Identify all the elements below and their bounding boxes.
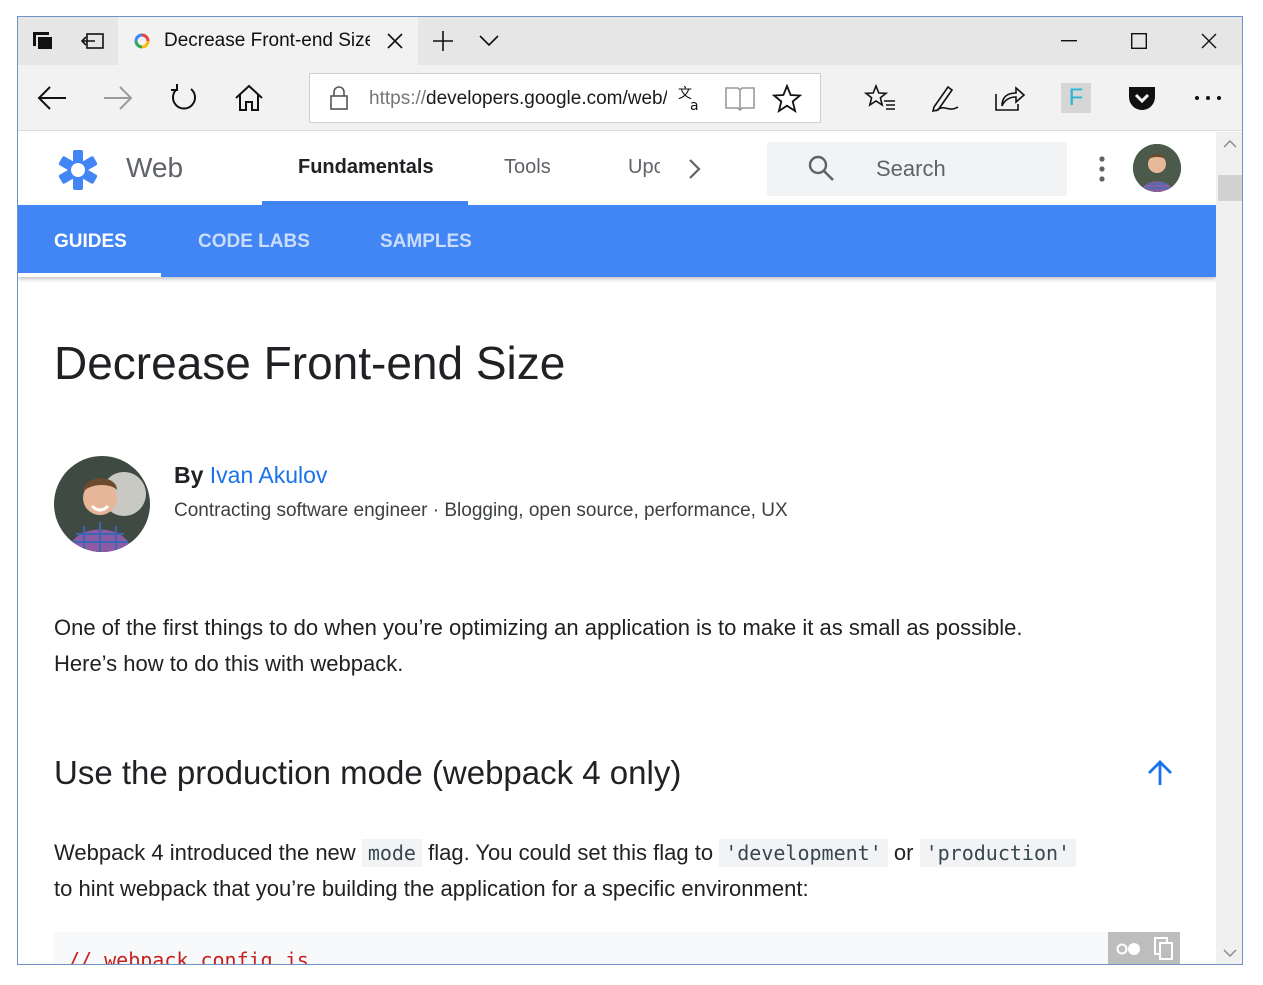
more-options-icon[interactable] (1176, 65, 1240, 131)
search-placeholder: Search (876, 156, 946, 181)
code-block[interactable]: // webpack.config.js (54, 932, 1180, 965)
byline: By Ivan Akulov (174, 462, 327, 489)
more-vert-icon[interactable] (1099, 156, 1105, 182)
minimize-icon[interactable] (1034, 17, 1104, 65)
lock-icon (330, 86, 348, 110)
reading-view-icon[interactable] (724, 85, 756, 116)
web-page: Web Fundamentals Tools Upc Search GUIDES… (18, 132, 1216, 965)
search-icon (808, 155, 834, 181)
inline-code-development: 'development' (719, 839, 888, 867)
scroll-down-chevron-icon[interactable] (1223, 949, 1237, 957)
maximize-icon[interactable] (1104, 17, 1174, 65)
back-to-top-arrow-icon[interactable] (1146, 759, 1174, 787)
tab-active[interactable]: Decrease Front-end Size (118, 17, 418, 65)
author-photo (54, 456, 150, 552)
google-favicon-icon (134, 33, 150, 49)
forward-arrow-icon[interactable] (86, 65, 150, 131)
inline-code-production: 'production' (919, 839, 1077, 867)
code-tools (1108, 932, 1180, 964)
extension-f-icon[interactable]: F (1044, 65, 1108, 131)
address-bar[interactable]: https://developers.google.com/web/fundam… (309, 73, 821, 123)
set-aside-tabs-icon[interactable] (68, 17, 118, 65)
favorite-star-icon[interactable] (771, 83, 803, 119)
by-label: By (174, 462, 204, 488)
svg-text:a: a (690, 98, 699, 112)
translate-icon[interactable]: 文a (678, 84, 706, 117)
favorites-hub-icon[interactable] (848, 65, 912, 131)
subtab-guides[interactable]: GUIDES (54, 231, 127, 253)
new-tab-icon[interactable] (420, 17, 466, 65)
tab-tools[interactable]: Tools (504, 156, 551, 179)
code-comment: // webpack.config.js (68, 948, 309, 965)
tab-strip: Decrease Front-end Size (18, 17, 1242, 65)
search-input[interactable]: Search (767, 142, 1067, 196)
site-name[interactable]: Web (126, 152, 183, 184)
refresh-icon[interactable] (152, 65, 216, 131)
page-title: Decrease Front-end Size (54, 337, 566, 389)
section-nav: GUIDES CODE LABS SAMPLES (18, 205, 1216, 277)
web-note-pen-icon[interactable] (913, 65, 977, 131)
scroll-up-chevron-icon[interactable] (1223, 140, 1237, 148)
navigation-bar: https://developers.google.com/web/fundam… (18, 65, 1242, 131)
copy-icon[interactable] (1153, 937, 1174, 961)
tab-manager-icon[interactable] (18, 17, 68, 65)
tab-title: Decrease Front-end Size (164, 30, 370, 51)
section-heading: Use the production mode (webpack 4 only) (54, 754, 682, 791)
web-fundamentals-logo-icon[interactable] (56, 148, 100, 192)
share-icon[interactable] (978, 65, 1042, 131)
home-icon[interactable] (217, 65, 281, 131)
pocket-icon[interactable] (1110, 65, 1174, 131)
author-description: Contracting software engineer · Blogging… (174, 500, 788, 521)
mode-paragraph: Webpack 4 introduced the new mode flag. … (54, 835, 1174, 907)
tabs-scroll-chevron-right-icon[interactable] (688, 158, 702, 180)
active-subtab-indicator (18, 273, 161, 277)
intro-paragraph: One of the first things to do when you’r… (54, 615, 1023, 676)
scrollbar-thumb[interactable] (1218, 175, 1242, 201)
author-link[interactable]: Ivan Akulov (210, 462, 328, 488)
dark-mode-toggle-icon[interactable] (1115, 942, 1141, 956)
subtab-code-labs[interactable]: CODE LABS (198, 231, 310, 253)
tab-fundamentals[interactable]: Fundamentals (298, 156, 434, 179)
back-arrow-icon[interactable] (20, 65, 84, 131)
inline-code-mode: mode (361, 839, 422, 867)
tab-preview-chevron-down-icon[interactable] (466, 17, 512, 65)
user-avatar[interactable] (1133, 144, 1181, 192)
site-header: Web Fundamentals Tools Upc Search (18, 132, 1216, 205)
url-text[interactable]: https://developers.google.com/web/fundam… (369, 88, 667, 110)
close-tab-icon[interactable] (372, 17, 418, 65)
subtab-samples[interactable]: SAMPLES (380, 231, 472, 253)
page-scrollbar[interactable] (1216, 132, 1242, 964)
browser-window: Decrease Front-end Size https://develope… (17, 16, 1243, 965)
close-window-icon[interactable] (1174, 17, 1242, 65)
tab-updates[interactable]: Upc (628, 156, 660, 179)
